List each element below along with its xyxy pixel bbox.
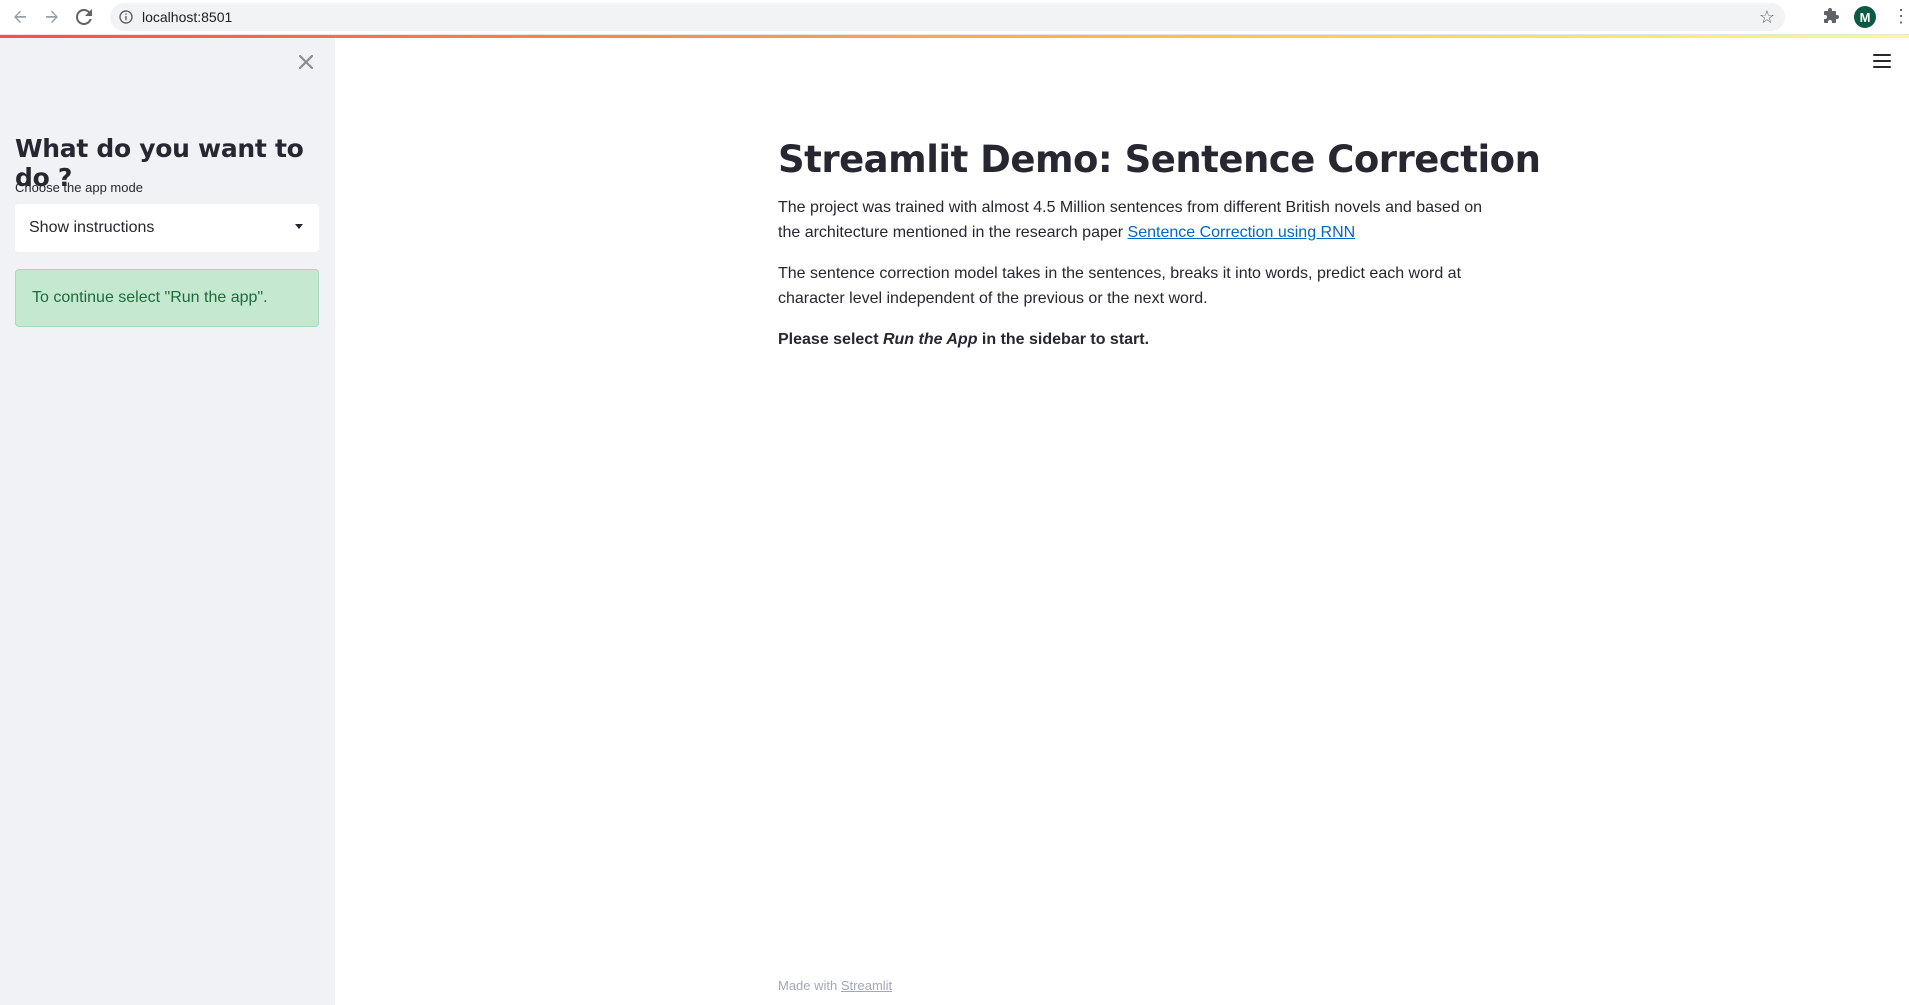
url-text: localhost:8501	[142, 9, 233, 25]
extensions-puzzle-icon[interactable]	[1822, 7, 1842, 27]
browser-menu-icon[interactable]: ⋮	[1892, 7, 1909, 27]
app-mode-select[interactable]: Show instructions	[15, 204, 319, 252]
success-alert: To continue select "Run the app".	[15, 269, 319, 327]
chevron-down-icon	[295, 224, 303, 229]
address-bar[interactable]: localhost:8501 ☆	[110, 3, 1785, 31]
page-title: Streamlit Demo: Sentence Correction	[778, 138, 1541, 181]
app-mode-selected-value: Show instructions	[29, 219, 155, 236]
model-description: The sentence correction model takes in t…	[778, 265, 1462, 307]
footer: Made with Streamlit	[778, 978, 892, 993]
bookmark-star-icon[interactable]: ☆	[1759, 7, 1775, 28]
start-instruction-prefix: Please select	[778, 331, 883, 348]
hamburger-menu-icon[interactable]	[1873, 54, 1891, 70]
browser-toolbar: localhost:8501 ☆ M ⋮	[0, 0, 1909, 35]
success-alert-text: To continue select "Run the app".	[32, 289, 268, 306]
forward-arrow-icon[interactable]	[41, 6, 63, 28]
research-paper-link[interactable]: Sentence Correction using RNN	[1128, 224, 1356, 241]
close-sidebar-icon[interactable]	[296, 52, 316, 72]
reload-icon[interactable]	[73, 6, 95, 28]
footer-prefix: Made with	[778, 978, 841, 993]
streamlit-link[interactable]: Streamlit	[841, 978, 892, 993]
sidebar: What do you want to do ? Choose the app …	[0, 38, 335, 1005]
profile-avatar[interactable]: M	[1854, 6, 1876, 28]
start-instruction-emphasis: Run the App	[882, 331, 978, 348]
start-instruction: Please select Run the App in the sidebar…	[778, 327, 1508, 352]
app-mode-label: Choose the app mode	[15, 180, 143, 195]
project-description: The project was trained with almost 4.5 …	[778, 195, 1508, 245]
back-arrow-icon[interactable]	[9, 6, 31, 28]
site-info-icon[interactable]	[118, 9, 134, 25]
start-instruction-suffix: in the sidebar to start.	[977, 331, 1150, 348]
